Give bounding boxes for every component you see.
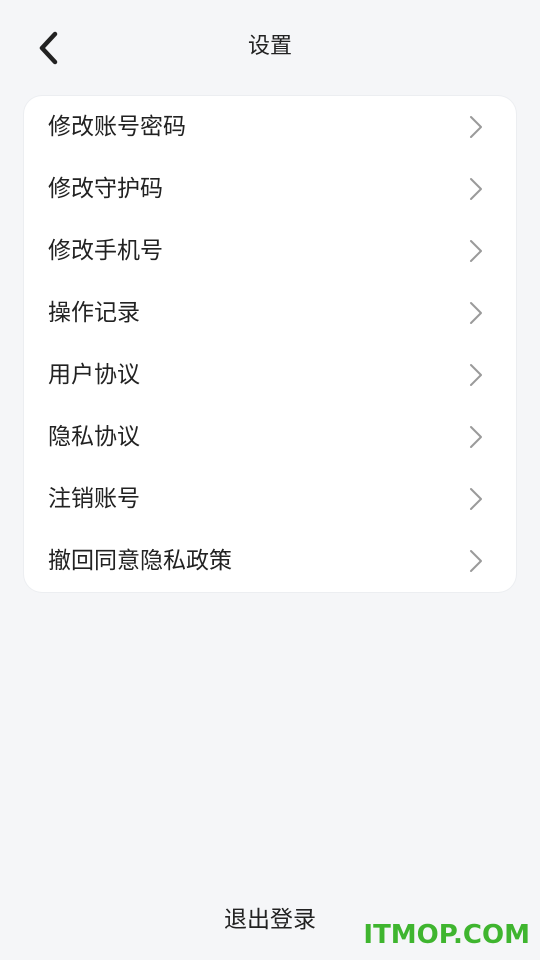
menu-item-label: 修改守护码 bbox=[48, 176, 163, 202]
menu-item-user-agreement[interactable]: 用户协议 bbox=[24, 344, 516, 406]
chevron-right-icon bbox=[470, 550, 482, 572]
settings-menu: 修改账号密码 修改守护码 修改手机号 操作记录 用户协议 隐私协议 注销账号 撤… bbox=[24, 96, 516, 592]
chevron-right-icon bbox=[470, 240, 482, 262]
menu-item-label: 用户协议 bbox=[48, 362, 140, 388]
chevron-right-icon bbox=[470, 302, 482, 324]
menu-item-label: 撤回同意隐私政策 bbox=[48, 548, 232, 574]
menu-item-delete-account[interactable]: 注销账号 bbox=[24, 468, 516, 530]
page-title: 设置 bbox=[247, 34, 292, 59]
chevron-right-icon bbox=[470, 116, 482, 138]
menu-item-change-guard-code[interactable]: 修改守护码 bbox=[24, 158, 516, 220]
chevron-right-icon bbox=[470, 364, 482, 386]
chevron-right-icon bbox=[470, 488, 482, 510]
menu-item-change-phone[interactable]: 修改手机号 bbox=[24, 220, 516, 282]
menu-item-revoke-privacy-consent[interactable]: 撤回同意隐私政策 bbox=[24, 530, 516, 592]
watermark-logo: ITMOP.COM bbox=[363, 920, 530, 950]
menu-item-privacy-agreement[interactable]: 隐私协议 bbox=[24, 406, 516, 468]
header: 设置 bbox=[0, 0, 540, 96]
menu-item-operation-log[interactable]: 操作记录 bbox=[24, 282, 516, 344]
menu-item-label: 修改账号密码 bbox=[48, 114, 186, 140]
menu-item-change-password[interactable]: 修改账号密码 bbox=[24, 96, 516, 158]
menu-item-label: 注销账号 bbox=[48, 486, 140, 512]
menu-item-label: 修改手机号 bbox=[48, 238, 163, 264]
menu-item-label: 操作记录 bbox=[48, 300, 140, 326]
chevron-right-icon bbox=[470, 426, 482, 448]
logout-button[interactable]: 退出登录 bbox=[170, 898, 370, 942]
menu-item-label: 隐私协议 bbox=[48, 424, 140, 450]
chevron-right-icon bbox=[470, 178, 482, 200]
